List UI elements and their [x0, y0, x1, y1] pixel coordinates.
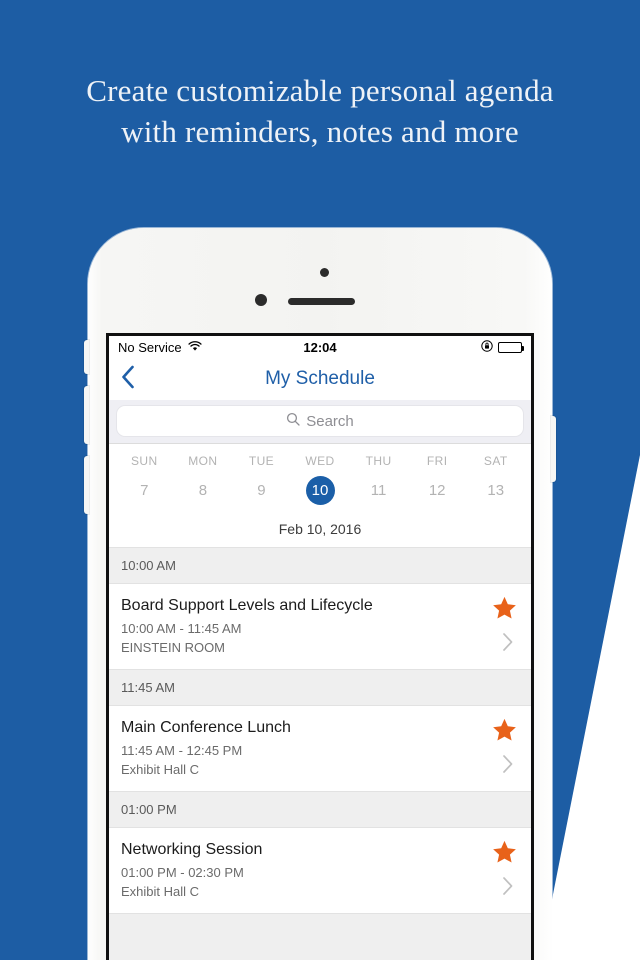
volume-down-button[interactable]: [84, 456, 89, 514]
date-cell-11[interactable]: 11: [349, 476, 408, 505]
headline-line-2: with reminders, notes and more: [121, 114, 519, 149]
agenda-section-header: 11:45 AM: [109, 670, 531, 706]
date-pill[interactable]: 8: [188, 476, 217, 505]
screen-title: My Schedule: [265, 368, 375, 389]
event-time: 11:45 AM - 12:45 PM: [121, 743, 243, 758]
headline-line-1: Create customizable personal agenda: [86, 73, 554, 108]
agenda-section-header-partial: [109, 914, 531, 960]
power-button[interactable]: [551, 416, 556, 482]
event-location: Exhibit Hall C: [121, 884, 200, 899]
weekday-label-tue: TUE: [248, 454, 275, 468]
background-corner-triangle: [540, 455, 640, 960]
weekday-label-mon: MON: [188, 454, 218, 468]
weekday-label-sat: SAT: [483, 454, 508, 468]
event-title: Board Support Levels and Lifecycle: [121, 597, 373, 614]
date-pill[interactable]: 11: [364, 476, 393, 505]
event-title: Main Conference Lunch: [121, 719, 291, 736]
chevron-right-icon[interactable]: [502, 632, 514, 656]
back-button[interactable]: [121, 365, 135, 393]
phone-device-mockup: No Service 12:04 My Schedule Search SUN …: [84, 228, 556, 960]
status-time: 12:04: [303, 339, 337, 355]
date-cell-10[interactable]: 10: [291, 476, 350, 505]
weekday-labels-row: SUN MON TUE WED THU FRI SAT: [115, 454, 525, 468]
battery-icon: [498, 341, 524, 353]
search-input[interactable]: Search: [117, 406, 523, 436]
proximity-sensor-icon: [255, 294, 267, 306]
search-icon: [286, 412, 300, 431]
earpiece-speaker-icon: [288, 298, 355, 305]
date-cell-12[interactable]: 12: [408, 476, 467, 505]
weekday-label-thu: THU: [365, 454, 392, 468]
weekday-label-wed: WED: [305, 454, 335, 468]
agenda-event-row[interactable]: Networking Session 01:00 PM - 02:30 PM Exh…: [109, 828, 531, 914]
status-bar: No Service 12:04: [109, 336, 531, 358]
volume-up-button[interactable]: [84, 386, 89, 444]
selected-date-label: Feb 10, 2016: [109, 509, 531, 548]
phone-screen: No Service 12:04 My Schedule Search SUN …: [106, 333, 534, 960]
star-icon[interactable]: [492, 718, 517, 747]
event-time: 10:00 AM - 11:45 AM: [121, 621, 242, 636]
search-bar-container: Search: [109, 400, 531, 444]
page-title: Create customizable personal agenda with…: [0, 70, 640, 152]
date-pill[interactable]: 7: [130, 476, 159, 505]
chevron-right-icon[interactable]: [502, 754, 514, 778]
event-location: Exhibit Hall C: [121, 762, 200, 777]
navigation-bar: My Schedule: [109, 358, 531, 400]
agenda-section-header: 10:00 AM: [109, 548, 531, 584]
event-location: EINSTEIN ROOM: [121, 640, 226, 655]
weekday-dates-row: 7 8 9 10 11 12 13: [115, 476, 525, 505]
date-cell-8[interactable]: 8: [174, 476, 233, 505]
date-pill[interactable]: 9: [247, 476, 276, 505]
date-pill[interactable]: 13: [481, 476, 510, 505]
search-placeholder: Search: [306, 412, 354, 430]
date-cell-7[interactable]: 7: [115, 476, 174, 505]
silent-switch-button[interactable]: [84, 340, 89, 374]
event-title: Networking Session: [121, 841, 263, 858]
chevron-right-icon[interactable]: [502, 876, 514, 900]
weekday-label-sun: SUN: [131, 454, 158, 468]
date-pill[interactable]: 12: [423, 476, 452, 505]
week-date-picker: SUN MON TUE WED THU FRI SAT 7 8 9 10 11 12 13: [109, 444, 531, 509]
agenda-event-row[interactable]: Main Conference Lunch 11:45 AM - 12:45 PM…: [109, 706, 531, 792]
star-icon[interactable]: [492, 840, 517, 869]
date-cell-13[interactable]: 13: [466, 476, 525, 505]
camera-icon: [320, 268, 329, 277]
weekday-label-fri: FRI: [426, 454, 448, 468]
agenda-event-row[interactable]: Board Support Levels and Lifecycle 10:00 …: [109, 584, 531, 670]
date-pill-selected[interactable]: 10: [305, 476, 335, 505]
agenda-section-header: 01:00 PM: [109, 792, 531, 828]
star-icon[interactable]: [492, 596, 517, 625]
event-time: 01:00 PM - 02:30 PM: [121, 865, 244, 880]
agenda-list: 10:00 AM Board Support Levels and Lifecyc…: [109, 548, 531, 960]
date-cell-9[interactable]: 9: [232, 476, 291, 505]
